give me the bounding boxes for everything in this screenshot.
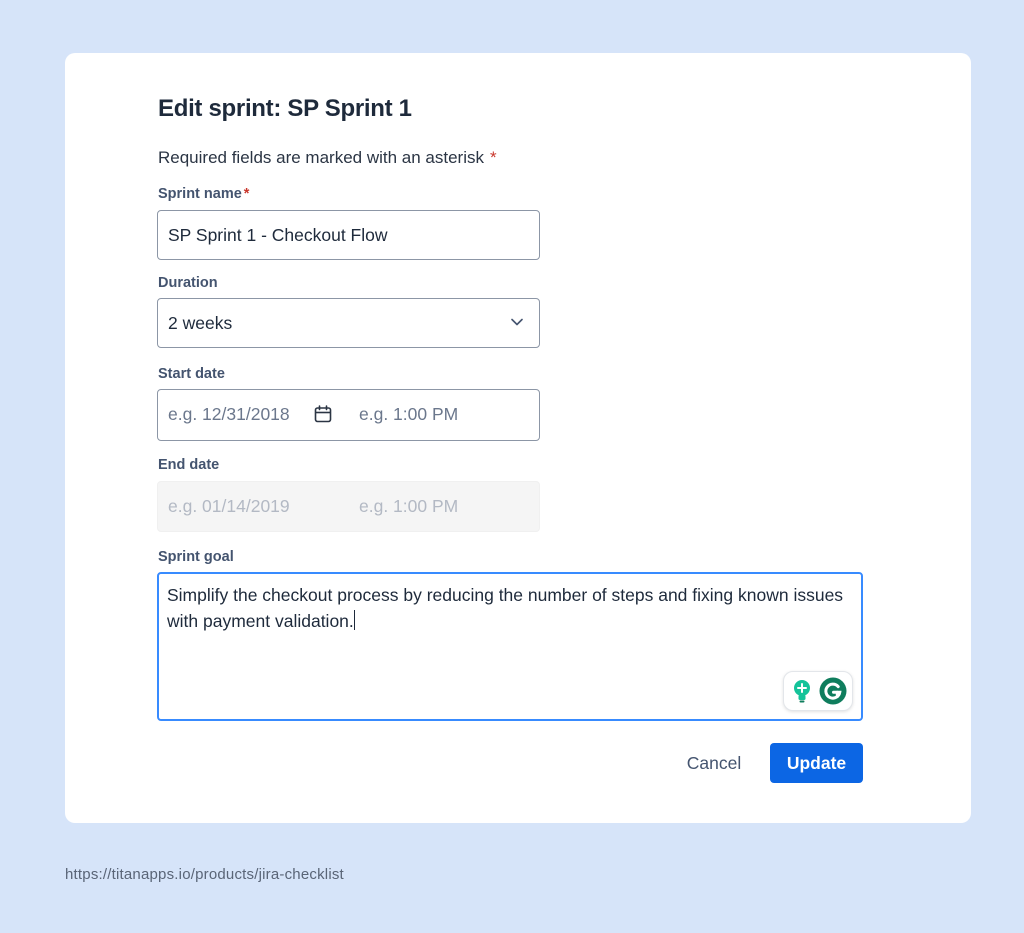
sprint-name-label-text: Sprint name (158, 186, 242, 202)
end-time-placeholder: e.g. 1:00 PM (359, 496, 459, 516)
start-time-placeholder[interactable]: e.g. 1:00 PM (359, 404, 458, 425)
edit-sprint-dialog: Edit sprint: SP Sprint 1 Required fields… (65, 53, 971, 823)
update-button[interactable]: Update (770, 743, 863, 783)
end-date-label: End date (158, 457, 220, 473)
duration-value: 2 weeks (168, 313, 233, 333)
sprint-name-required-asterisk: * (243, 186, 250, 202)
chevron-down-icon (511, 318, 523, 326)
duration-select[interactable]: 2 weeks (157, 298, 540, 348)
lightbulb-icon[interactable] (791, 679, 813, 703)
calendar-icon[interactable] (314, 405, 332, 423)
required-asterisk: * (489, 148, 497, 167)
source-url: https://titanapps.io/products/jira-check… (65, 866, 344, 883)
start-date-label: Start date (158, 366, 225, 382)
duration-label: Duration (158, 275, 218, 291)
start-date-placeholder: e.g. 12/31/2018 (168, 404, 290, 424)
end-date-placeholder: e.g. 01/14/2019 (168, 496, 290, 516)
start-date-input[interactable]: e.g. 12/31/2018 e.g. 1:00 PM (157, 389, 540, 441)
sprint-goal-content: Simplify the checkout process by reducin… (167, 582, 857, 634)
sprint-name-value: SP Sprint 1 - Checkout Flow (168, 225, 388, 245)
required-fields-note: Required fields are marked with an aster… (158, 148, 497, 168)
sprint-name-input[interactable]: SP Sprint 1 - Checkout Flow (157, 210, 540, 260)
end-date-input: e.g. 01/14/2019 e.g. 1:00 PM (157, 481, 540, 532)
text-cursor (353, 610, 355, 630)
sprint-goal-label: Sprint goal (158, 549, 234, 565)
dialog-title: Edit sprint: SP Sprint 1 (158, 95, 412, 122)
sprint-goal-textarea[interactable]: Simplify the checkout process by reducin… (157, 572, 863, 721)
grammarly-widget[interactable] (783, 671, 853, 711)
sprint-name-label: Sprint name * (158, 186, 249, 202)
sprint-goal-value: Simplify the checkout process by reducin… (167, 585, 844, 631)
cancel-button[interactable]: Cancel (671, 743, 757, 783)
required-note-text: Required fields are marked with an aster… (158, 148, 484, 167)
grammarly-g-icon[interactable] (819, 677, 847, 705)
